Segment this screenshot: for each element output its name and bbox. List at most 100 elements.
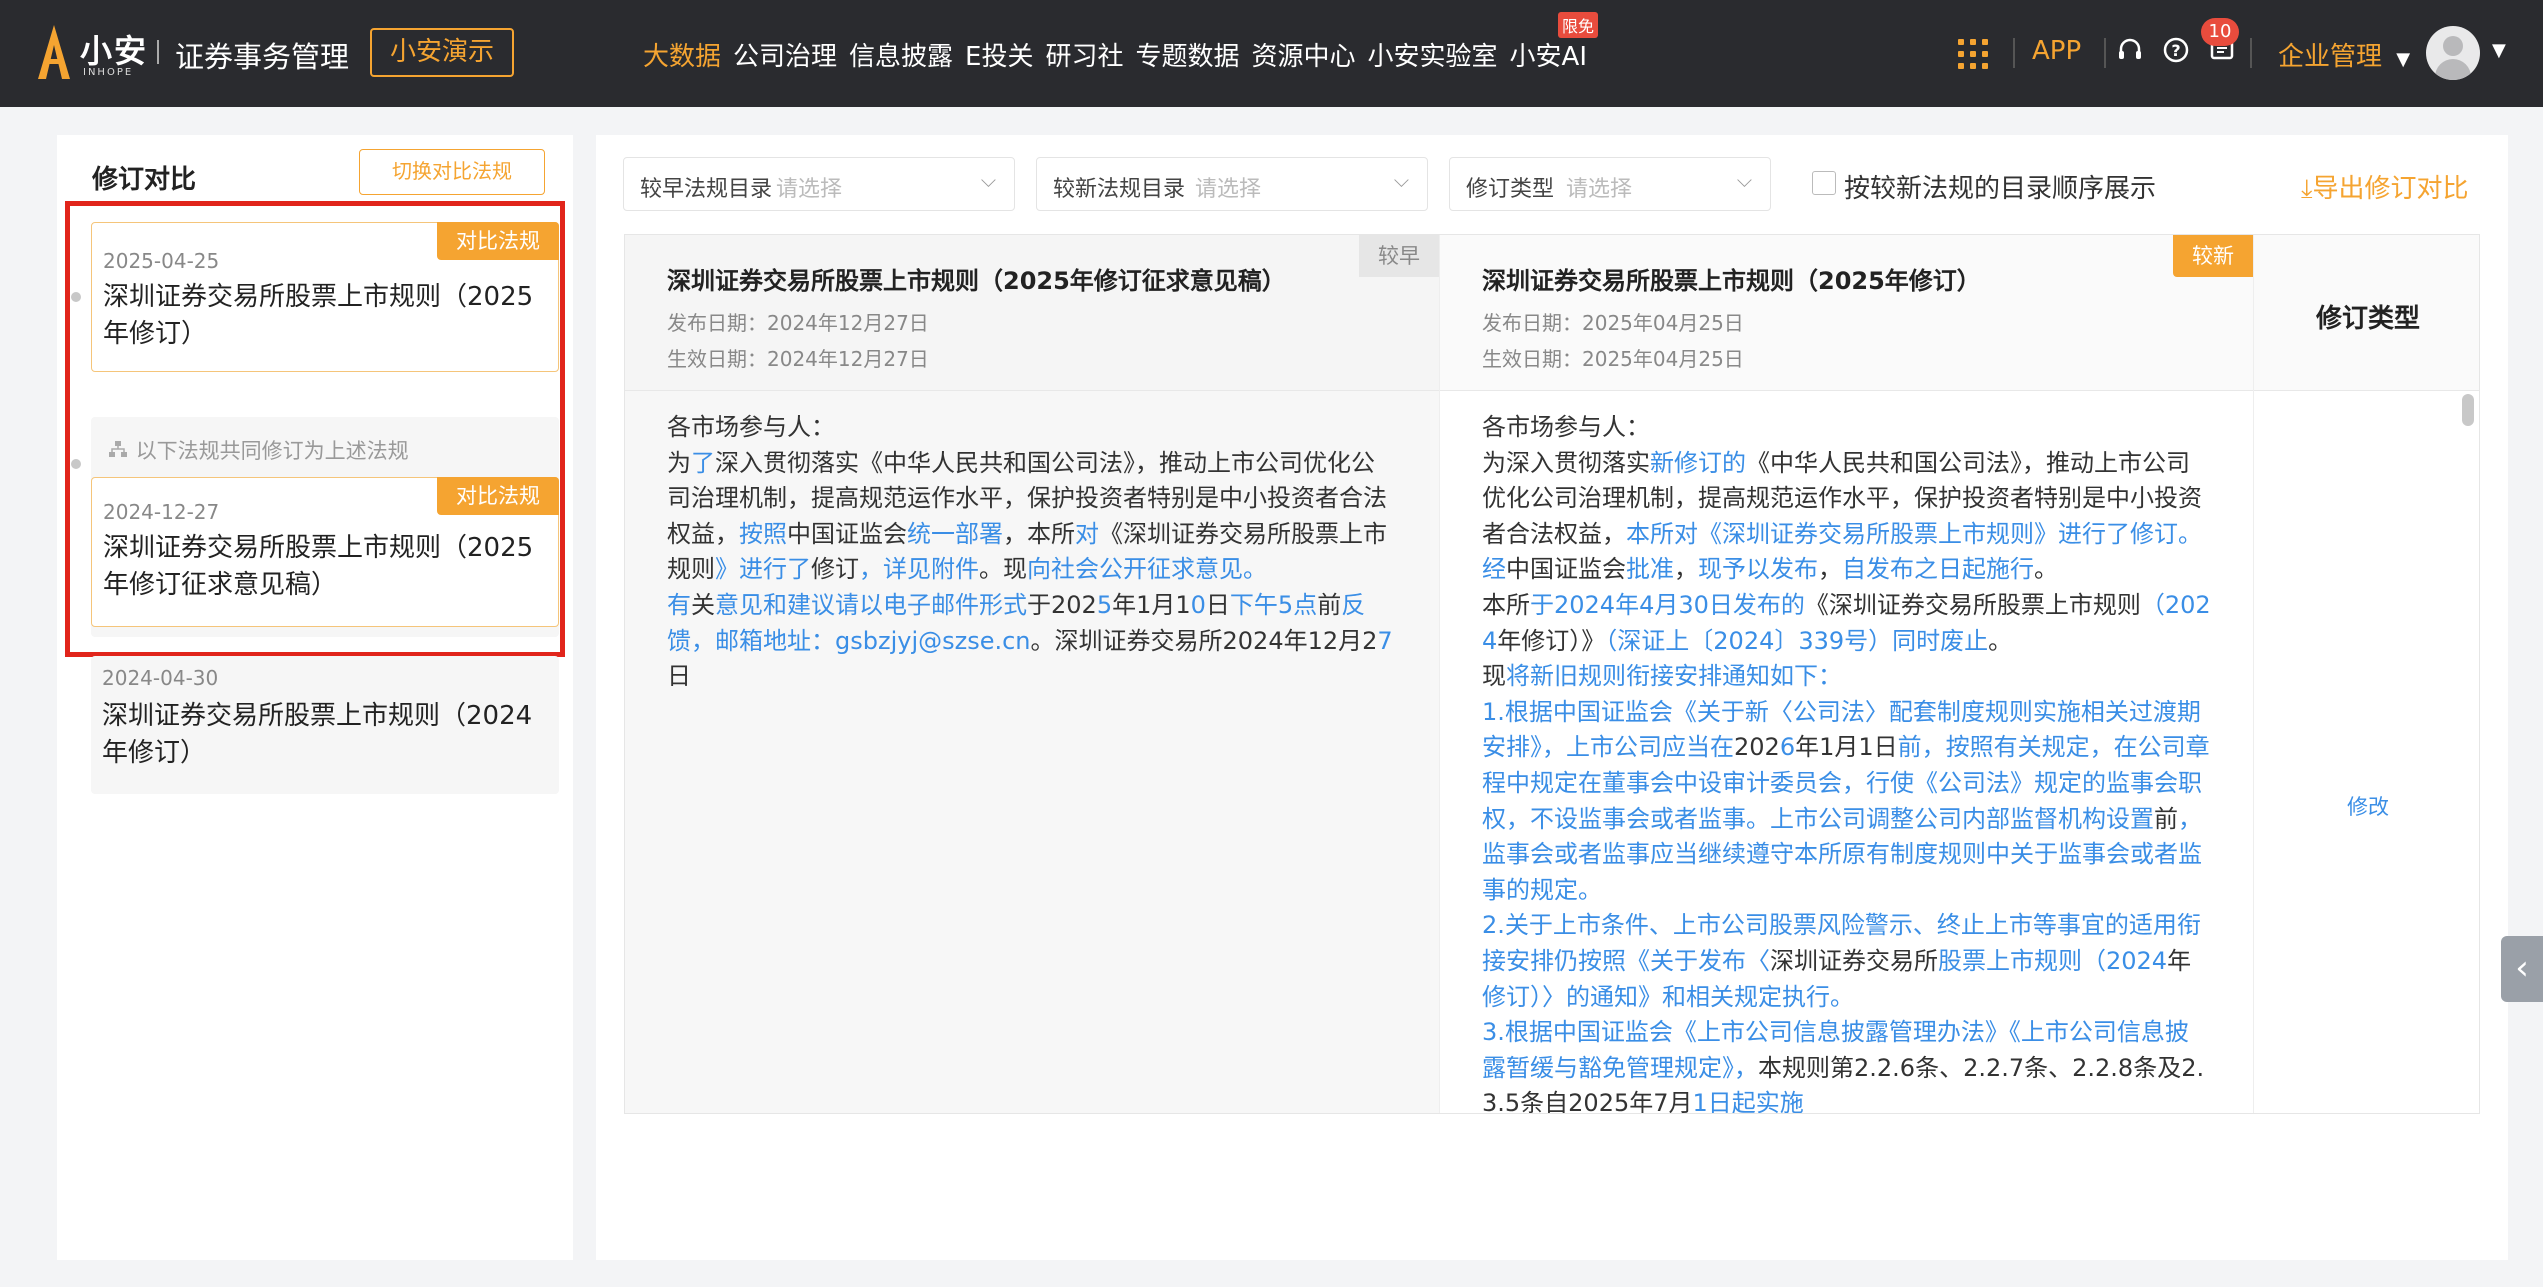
newer-column: 较新 深圳证券交易所股票上市规则（2025年修订） 发布日期：2025年04月2… bbox=[1439, 235, 2253, 1114]
changed-text: 下午5点 bbox=[1229, 590, 1318, 619]
unchanged-text: 年1月1 bbox=[1112, 590, 1191, 619]
unchanged-text: 各市场参与人： bbox=[667, 413, 835, 441]
select-placeholder: 请选择 bbox=[776, 177, 843, 202]
card-title: 深圳证券交易所股票上市规则（2024年修订） bbox=[102, 701, 533, 768]
newer-content: 各市场参与人： 为深入贯彻落实新修订的《中华人民共和国公司法》，推动上市公司优化公… bbox=[1482, 410, 2212, 1114]
divider bbox=[2013, 38, 2015, 68]
enterprise-menu-label: 企业管理 bbox=[2278, 42, 2383, 72]
nav-item-bigdata[interactable]: 大数据 bbox=[643, 36, 721, 73]
earlier-title: 深圳证券交易所股票上市规则（2025年修订征求意见稿） bbox=[667, 267, 1286, 295]
unchanged-text: 现 bbox=[1482, 662, 1506, 691]
changed-text: 自发布之日起施行 bbox=[1842, 555, 2034, 584]
unchanged-text: 中国证监会 bbox=[1506, 555, 1626, 584]
card-date: 2024-04-30 bbox=[102, 666, 219, 690]
changed-text: 7 bbox=[1377, 626, 1393, 655]
svg-text:?: ? bbox=[2171, 41, 2180, 60]
earlier-catalog-select[interactable]: 较早法规目录 请选择 ⌵ bbox=[623, 157, 1015, 211]
avatar[interactable] bbox=[2426, 26, 2480, 80]
panel-title: 修订对比 bbox=[92, 165, 197, 195]
unchanged-text: 年 bbox=[2167, 946, 2192, 975]
newer-catalog-select[interactable]: 较新法规目录 请选择 ⌵ bbox=[1036, 157, 1428, 211]
export-label: 导出修订对比 bbox=[2312, 174, 2469, 204]
unchanged-text: 关 bbox=[691, 590, 715, 619]
unchanged-text: ， bbox=[1674, 555, 1698, 584]
changed-text: ，详见附件 bbox=[859, 555, 979, 584]
select-label: 修订类型 bbox=[1466, 177, 1555, 202]
earlier-column: 较早 深圳证券交易所股票上市规则（2025年修订征求意见稿） 发布日期：2024… bbox=[625, 235, 1439, 1113]
changed-text: 新修订的 bbox=[1650, 448, 1746, 477]
unchanged-text: 本所 bbox=[1482, 590, 1530, 619]
nav-item-topic-data[interactable]: 专题数据 bbox=[1136, 36, 1240, 73]
order-checkbox[interactable] bbox=[1812, 171, 1836, 195]
nav-badge-free: 限免 bbox=[1558, 12, 1599, 38]
chevron-down-icon: ⌵ bbox=[1736, 168, 1752, 192]
revision-type-select[interactable]: 修订类型 请选择 ⌵ bbox=[1449, 157, 1771, 211]
unchanged-text: ， bbox=[1818, 555, 1842, 584]
unchanged-text: ，本所 bbox=[1003, 519, 1075, 548]
switch-compare-button[interactable]: 切换对比法规 bbox=[359, 149, 545, 195]
earlier-publish-date: 发布日期：2024年12月27日 bbox=[667, 311, 929, 335]
select-label: 较早法规目录 bbox=[640, 177, 773, 202]
unchanged-text: 于202 bbox=[1027, 590, 1097, 619]
changed-text: （深证上〔2024〕339号）同时废止 bbox=[1605, 626, 1989, 655]
changed-text: 1.根据中国证监会《关于 bbox=[1482, 697, 1745, 726]
revision-type-header: 修订类型 bbox=[2315, 304, 2420, 334]
app-download-link[interactable]: APP bbox=[2032, 36, 2081, 66]
newer-effective-date: 生效日期：2025年04月25日 bbox=[1482, 347, 1744, 371]
app-title: 证券事务管理 bbox=[175, 40, 350, 74]
nav-item-lab[interactable]: 小安实验室 bbox=[1368, 36, 1498, 73]
changed-text: 1日起实施 bbox=[1692, 1089, 1804, 1114]
order-checkbox-label[interactable]: 按较新法规的目录顺序展示 bbox=[1844, 168, 2156, 205]
regulation-card[interactable]: 2024-04-30 深圳证券交易所股票上市规则（2024年修订） bbox=[91, 656, 559, 794]
chevron-down-icon: ⌵ bbox=[1393, 168, 1409, 192]
changed-text: 意见和建议请以电子邮件形式 bbox=[715, 590, 1027, 619]
demo-button[interactable]: 小安演示 bbox=[370, 28, 514, 77]
nav-item-study-club[interactable]: 研习社 bbox=[1045, 36, 1123, 73]
scrollbar-thumb[interactable] bbox=[2462, 394, 2474, 426]
unchanged-text: 日 bbox=[667, 662, 691, 691]
changed-text: 按照 bbox=[739, 519, 787, 548]
nav-item-governance[interactable]: 公司治理 bbox=[733, 36, 837, 73]
unchanged-text: 前 bbox=[2154, 804, 2178, 833]
enterprise-menu[interactable]: 企业管理 ▼ bbox=[2278, 36, 2410, 73]
unchanged-text: 《深圳证券交易所股票上市规则 bbox=[1804, 590, 2141, 619]
caret-down-icon[interactable]: ▼ bbox=[2492, 40, 2506, 61]
export-button[interactable]: ⤓导出修订对比 bbox=[2301, 168, 2469, 205]
nav-item-disclosure[interactable]: 信息披露 bbox=[849, 36, 953, 73]
changed-text: 统一部署 bbox=[907, 519, 1003, 548]
unchanged-text: 日 bbox=[1205, 590, 1230, 619]
changed-text: 0 bbox=[1190, 590, 1206, 619]
newer-publish-date: 发布日期：2025年04月25日 bbox=[1482, 311, 1744, 335]
selection-highlight-frame bbox=[65, 201, 565, 657]
compare-content-panel: 较早法规目录 请选择 ⌵ 较新法规目录 请选择 ⌵ 修订类型 请选择 ⌵ 按较新… bbox=[596, 135, 2508, 1260]
unchanged-text: 。现 bbox=[979, 555, 1027, 584]
changed-text: 6 bbox=[1779, 733, 1796, 762]
earlier-header: 较早 深圳证券交易所股票上市规则（2025年修订征求意见稿） 发布日期：2024… bbox=[625, 235, 1439, 391]
unchanged-text: 。深圳证券交易所2024年12月2 bbox=[1030, 626, 1378, 655]
download-icon: ⤓ bbox=[2301, 174, 2313, 204]
changed-text: 现予以发布 bbox=[1698, 555, 1818, 584]
collapse-side-tab[interactable]: ‹ bbox=[2501, 936, 2543, 1002]
select-placeholder: 请选择 bbox=[1195, 177, 1262, 202]
logo-text: 小安 bbox=[80, 32, 149, 70]
unchanged-text: 年修订）》 bbox=[1497, 626, 1606, 655]
earlier-tag: 较早 bbox=[1359, 235, 1439, 277]
changed-text: 有 bbox=[667, 590, 691, 619]
logo-subtext: INHOPE bbox=[83, 67, 134, 78]
top-bar: 小安 INHOPE 证券事务管理 小安演示 大数据 公司治理 信息披露 E投关 … bbox=[0, 0, 2543, 107]
revision-type-column: 修订类型 修改 bbox=[2253, 235, 2479, 1113]
nav-item-resource-center[interactable]: 资源中心 bbox=[1252, 36, 1356, 73]
nav-item-investor-relations[interactable]: E投关 bbox=[965, 36, 1033, 73]
unchanged-text: 修订 bbox=[811, 555, 859, 584]
headset-icon[interactable] bbox=[2115, 36, 2145, 66]
apps-grid-icon[interactable] bbox=[1958, 39, 1988, 69]
help-icon[interactable]: ? bbox=[2161, 36, 2191, 66]
unchanged-text: 。 bbox=[1988, 626, 2013, 655]
chevron-left-icon: ‹ bbox=[2515, 948, 2529, 988]
unchanged-text: 前 bbox=[1317, 590, 1342, 619]
compare-table: 较早 深圳证券交易所股票上市规则（2025年修订征求意见稿） 发布日期：2024… bbox=[624, 234, 2480, 1114]
main-nav: 大数据 公司治理 信息披露 E投关 研习社 专题数据 资源中心 小安实验室 小安… bbox=[643, 36, 1599, 73]
nav-item-ai[interactable]: 小安AI bbox=[1510, 36, 1587, 73]
chevron-down-icon: ⌵ bbox=[980, 168, 996, 192]
earlier-effective-date: 生效日期：2024年12月27日 bbox=[667, 347, 929, 371]
